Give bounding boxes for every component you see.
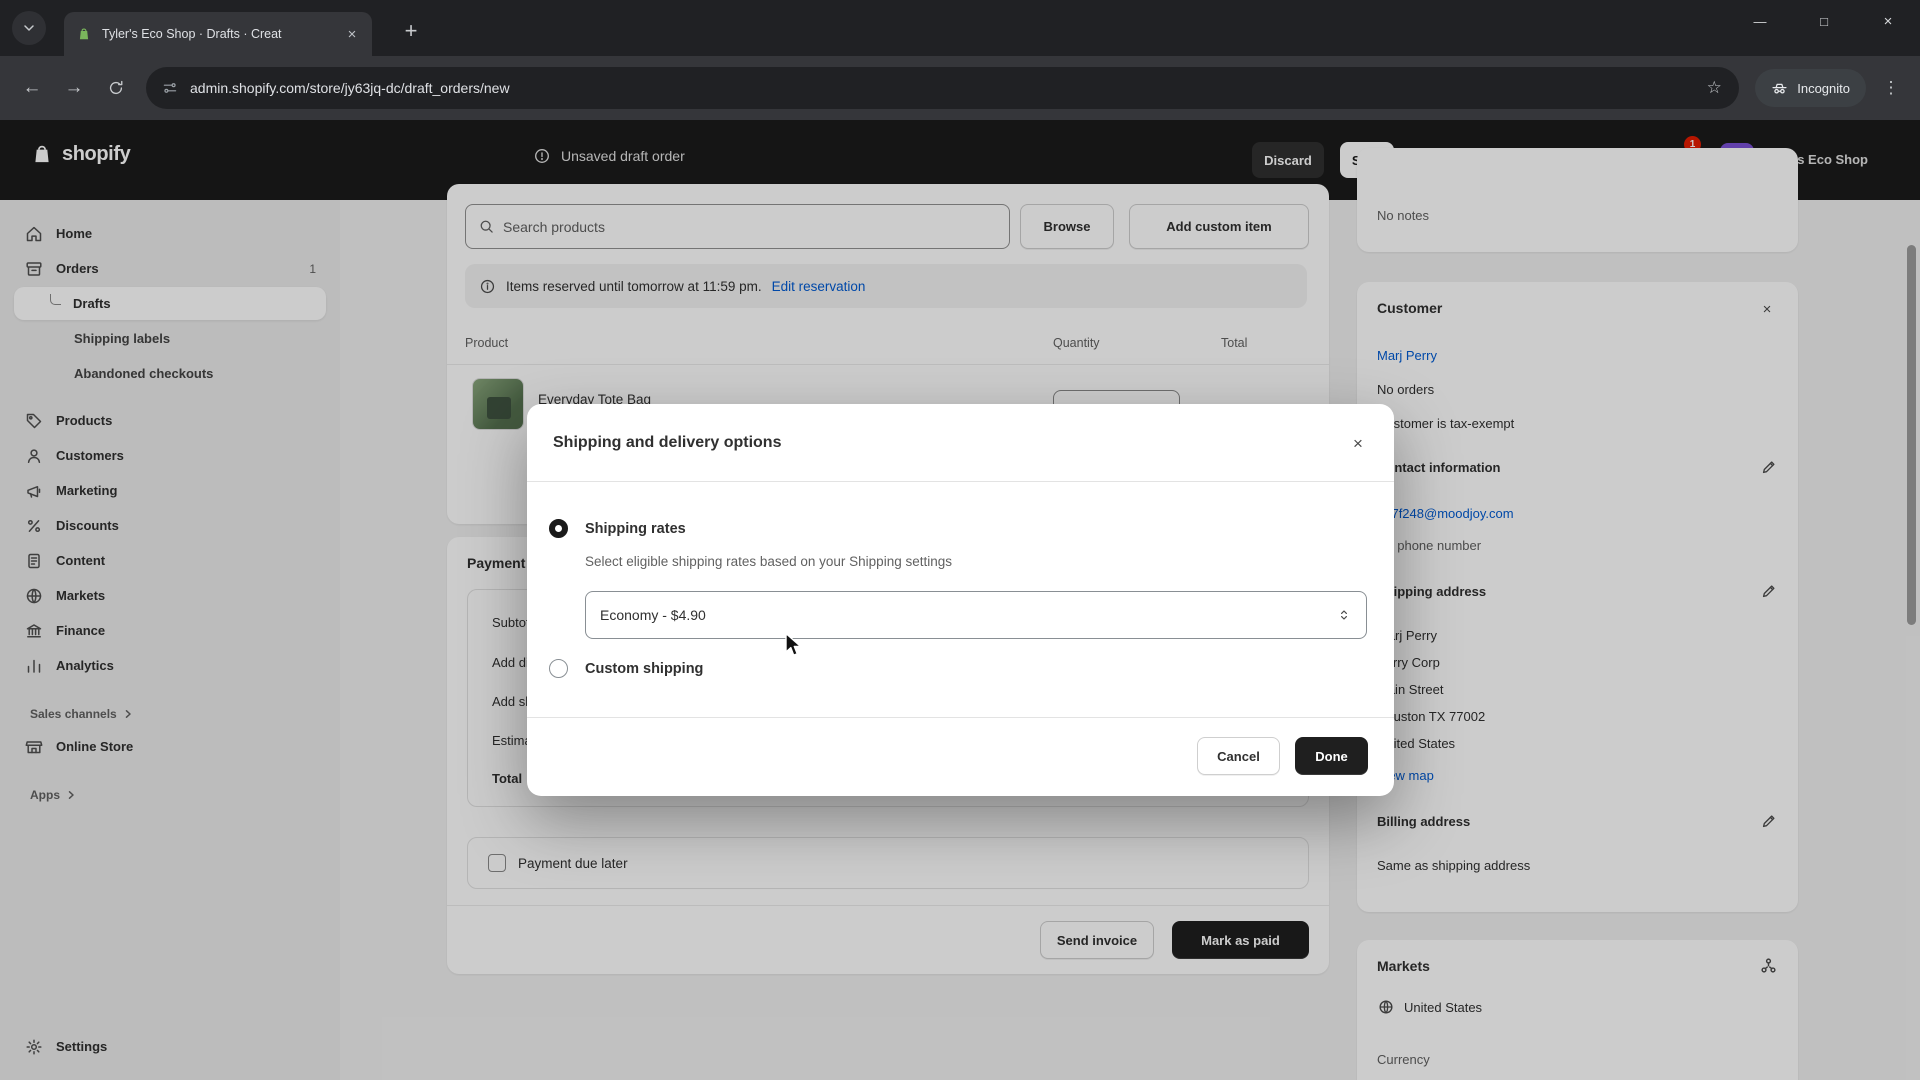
incognito-label: Incognito bbox=[1797, 81, 1850, 96]
shipping-options-modal: Shipping and delivery options × Shipping… bbox=[527, 404, 1394, 796]
site-info-icon[interactable] bbox=[162, 80, 178, 96]
screen: Tyler's Eco Shop · Drafts · Creat × + — … bbox=[0, 0, 1920, 1080]
shipping-rates-option[interactable]: Shipping rates bbox=[549, 519, 686, 538]
url-text[interactable]: admin.shopify.com/store/jy63jq-dc/draft_… bbox=[190, 80, 1685, 96]
browser-menu-icon[interactable]: ⋮ bbox=[1874, 68, 1908, 108]
done-button[interactable]: Done bbox=[1295, 737, 1368, 775]
browser-tab[interactable]: Tyler's Eco Shop · Drafts · Creat × bbox=[64, 12, 372, 56]
select-chevrons-icon bbox=[1336, 607, 1352, 623]
incognito-icon bbox=[1771, 80, 1788, 97]
modal-header: Shipping and delivery options × bbox=[527, 404, 1394, 482]
shopify-favicon bbox=[76, 26, 92, 42]
browser-toolbar: ← → admin.shopify.com/store/jy63jq-dc/dr… bbox=[0, 56, 1920, 120]
browser-tab-strip: Tyler's Eco Shop · Drafts · Creat × + — … bbox=[0, 0, 1920, 56]
address-bar[interactable]: admin.shopify.com/store/jy63jq-dc/draft_… bbox=[146, 67, 1739, 109]
modal-close-icon[interactable]: × bbox=[1344, 430, 1372, 458]
minimize-icon[interactable]: — bbox=[1728, 0, 1792, 42]
bookmark-star-icon[interactable]: ☆ bbox=[1697, 71, 1731, 105]
custom-shipping-label: Custom shipping bbox=[585, 661, 703, 677]
shipping-rate-select[interactable]: Economy - $4.90 bbox=[585, 591, 1367, 639]
mouse-cursor bbox=[784, 632, 807, 659]
reload-icon[interactable] bbox=[96, 68, 136, 108]
close-icon[interactable]: × bbox=[1856, 0, 1920, 42]
shopify-admin: shopify Unsaved draft order Discard Save… bbox=[0, 120, 1920, 1080]
shipping-rates-radio[interactable] bbox=[549, 519, 568, 538]
custom-shipping-option[interactable]: Custom shipping bbox=[549, 659, 703, 678]
modal-footer: Cancel Done bbox=[527, 717, 1394, 796]
incognito-badge: Incognito bbox=[1755, 69, 1866, 107]
maximize-icon[interactable]: □ bbox=[1792, 0, 1856, 42]
shipping-rate-select-value: Economy - $4.90 bbox=[600, 607, 706, 623]
tab-search-chevron-icon[interactable] bbox=[12, 11, 46, 45]
tab-title: Tyler's Eco Shop · Drafts · Creat bbox=[102, 27, 332, 41]
window-controls: — □ × bbox=[1728, 0, 1920, 42]
new-tab-button[interactable]: + bbox=[396, 16, 426, 46]
custom-shipping-radio[interactable] bbox=[549, 659, 568, 678]
shipping-rates-label: Shipping rates bbox=[585, 521, 686, 537]
back-icon[interactable]: ← bbox=[12, 68, 52, 108]
modal-title: Shipping and delivery options bbox=[553, 434, 781, 452]
cancel-button[interactable]: Cancel bbox=[1197, 737, 1280, 775]
shipping-rates-description: Select eligible shipping rates based on … bbox=[585, 554, 952, 569]
forward-icon[interactable]: → bbox=[54, 68, 94, 108]
tab-close-icon[interactable]: × bbox=[342, 24, 362, 44]
